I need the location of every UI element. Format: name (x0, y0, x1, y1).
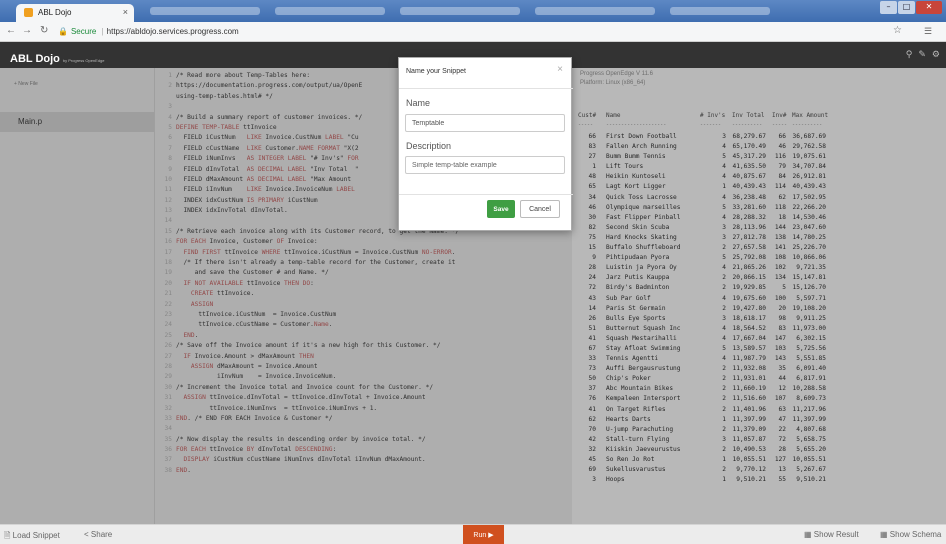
show-result-label: Show Result (813, 530, 859, 539)
share-button[interactable]: < Share (84, 530, 112, 539)
secure-label: Secure (70, 27, 97, 36)
snippet-name-input[interactable] (405, 114, 565, 132)
settings-icon[interactable]: ⚙ (932, 50, 940, 60)
browser-tab-bar: ABL Dojo × – □ ✕ (0, 0, 946, 22)
address-bar: ← → ↻ 🔒 Secure | https://abldojo.services.… (0, 22, 946, 42)
show-schema-label: Show Schema (889, 530, 942, 539)
edit-icon[interactable]: ✎ (918, 50, 926, 60)
snippet-description-input[interactable] (405, 156, 565, 174)
window-close-icon[interactable]: ✕ (916, 1, 942, 14)
share-label: Share (90, 530, 113, 539)
blurred-tab (535, 7, 655, 15)
table-icon: ▦ (880, 530, 888, 539)
file-icon: 🗎 (4, 531, 11, 540)
url-field[interactable]: 🔒 Secure | https://abldojo.services.progre… (58, 25, 878, 39)
blurred-tab (150, 7, 260, 15)
favicon-icon (24, 8, 33, 17)
maximize-icon[interactable]: □ (898, 1, 915, 14)
dialog-divider (399, 88, 573, 89)
minimize-icon[interactable]: – (880, 1, 897, 14)
bookmark-star-icon[interactable]: ☆ (893, 25, 902, 36)
reload-icon[interactable]: ↻ (40, 25, 48, 36)
load-snippet-label: Load Snippet (12, 531, 60, 540)
app-logo: ABL Dojo by Progress OpenEdge (10, 49, 105, 67)
blurred-tab (400, 7, 520, 15)
forward-icon[interactable]: → (22, 25, 32, 36)
search-icon[interactable]: ⚲ (906, 50, 913, 60)
share-icon: < (84, 530, 89, 539)
description-label: Description (406, 141, 452, 151)
window-controls: – □ ✕ (880, 1, 942, 14)
back-icon[interactable]: ← (6, 25, 16, 36)
show-schema-button[interactable]: ▦ Show Schema (880, 530, 941, 539)
browser-menu-icon[interactable]: ☰ (924, 26, 932, 37)
tab-close-icon[interactable]: × (123, 7, 128, 17)
dialog-divider (399, 194, 573, 195)
dialog-close-icon[interactable]: × (557, 64, 563, 75)
load-snippet-button[interactable]: 🗎 Load Snippet (4, 530, 60, 544)
cancel-button[interactable]: Cancel (520, 200, 560, 218)
run-button[interactable]: Run ▶ (463, 525, 504, 544)
name-label: Name (406, 98, 431, 108)
table-icon: ▦ (804, 530, 812, 539)
lock-icon: 🔒 (58, 27, 68, 36)
url-text: https://abldojo.services.progress.com (106, 27, 239, 36)
blurred-tab (275, 7, 385, 15)
url-separator: | (101, 27, 104, 36)
tab-title: ABL Dojo (38, 8, 72, 17)
app-root: ABL Dojo × – □ ✕ ← → ↻ 🔒 Secure | https://… (0, 0, 946, 544)
blurred-tab (670, 7, 770, 15)
logo-by: by Progress OpenEdge (62, 58, 105, 63)
name-snippet-dialog: Name your Snippet × Name Description Sav… (398, 57, 573, 231)
save-button[interactable]: Save (487, 200, 515, 218)
header-icons: ⚲ ✎ ⚙ (906, 50, 940, 60)
dialog-title: Name your Snippet (406, 68, 466, 75)
browser-tab[interactable]: ABL Dojo × (16, 4, 134, 22)
footer-bar: 🗎 Load Snippet < Share Run ▶ ▦ Show Resu… (0, 524, 946, 544)
show-result-button[interactable]: ▦ Show Result (804, 530, 859, 539)
logo-main: ABL Dojo (10, 53, 60, 65)
